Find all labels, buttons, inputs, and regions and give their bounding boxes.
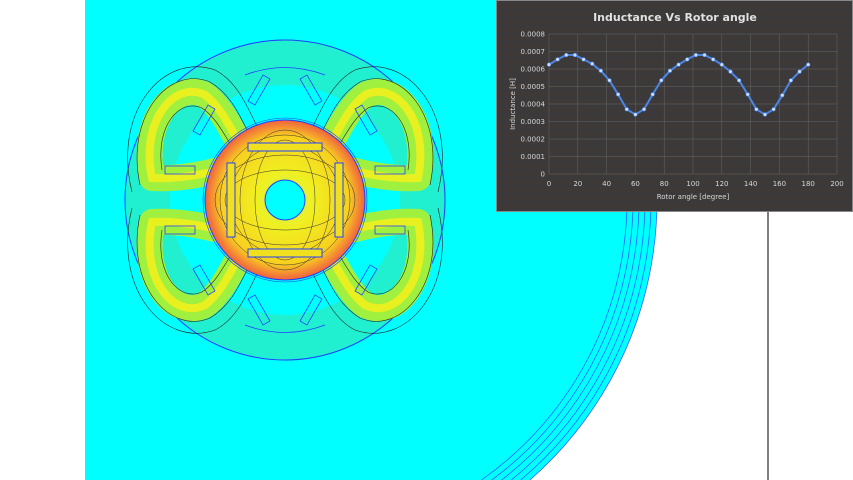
x-tick-label: 100 bbox=[686, 180, 699, 188]
y-tick-label: 0.0005 bbox=[521, 83, 546, 91]
y-tick-label: 0.0003 bbox=[521, 118, 546, 126]
data-point bbox=[806, 62, 811, 67]
data-point bbox=[659, 78, 664, 83]
data-point bbox=[633, 112, 638, 117]
x-tick-label: 40 bbox=[602, 180, 611, 188]
data-point bbox=[711, 57, 716, 62]
data-point bbox=[745, 92, 750, 97]
data-point bbox=[624, 107, 629, 112]
x-tick-label: 20 bbox=[573, 180, 582, 188]
x-tick-label: 60 bbox=[631, 180, 640, 188]
y-tick-label: 0 bbox=[541, 171, 545, 179]
data-point bbox=[702, 52, 707, 58]
data-point bbox=[685, 57, 690, 62]
x-tick-label: 120 bbox=[715, 180, 728, 188]
y-tick-label: 0.0002 bbox=[521, 136, 546, 144]
data-point bbox=[676, 62, 681, 67]
data-point bbox=[762, 112, 768, 117]
data-point bbox=[693, 52, 698, 58]
y-tick-label: 0.0006 bbox=[521, 66, 546, 74]
data-point bbox=[590, 61, 595, 66]
data-point bbox=[728, 69, 733, 74]
data-point bbox=[754, 107, 759, 112]
data-point bbox=[607, 78, 612, 83]
data-point bbox=[616, 92, 621, 97]
data-point bbox=[572, 52, 578, 58]
data-point bbox=[598, 68, 603, 73]
data-point bbox=[771, 107, 776, 112]
data-point bbox=[788, 78, 794, 83]
y-tick-label: 0.0008 bbox=[521, 31, 546, 39]
data-point bbox=[650, 92, 655, 97]
data-point bbox=[736, 78, 742, 83]
data-point bbox=[641, 107, 647, 112]
data-point bbox=[780, 93, 785, 98]
data-point bbox=[797, 69, 802, 74]
data-point bbox=[581, 57, 586, 62]
x-tick-label: 0 bbox=[547, 180, 551, 188]
x-tick-label: 160 bbox=[773, 180, 786, 188]
x-tick-label: 200 bbox=[830, 180, 843, 188]
data-point bbox=[564, 52, 569, 58]
x-tick-label: 180 bbox=[802, 180, 815, 188]
x-axis-label: Rotor angle [degree] bbox=[657, 193, 730, 201]
x-tick-label: 140 bbox=[744, 180, 757, 188]
data-point bbox=[546, 62, 552, 67]
data-point bbox=[667, 68, 673, 73]
x-tick-label: 80 bbox=[660, 180, 669, 188]
inductance-chart: Inductance Vs Rotor angle 0 0.0001 0.0002 0… bbox=[496, 0, 853, 212]
shaft bbox=[264, 179, 306, 221]
y-axis-label: Inductance [H] bbox=[509, 78, 517, 130]
data-point bbox=[719, 62, 724, 67]
y-tick-label: 0.0007 bbox=[521, 48, 546, 56]
y-tick-label: 0.0001 bbox=[521, 153, 546, 161]
y-tick-label: 0.0004 bbox=[521, 101, 546, 109]
data-point bbox=[555, 57, 560, 62]
chart-title: Inductance Vs Rotor angle bbox=[593, 11, 757, 24]
